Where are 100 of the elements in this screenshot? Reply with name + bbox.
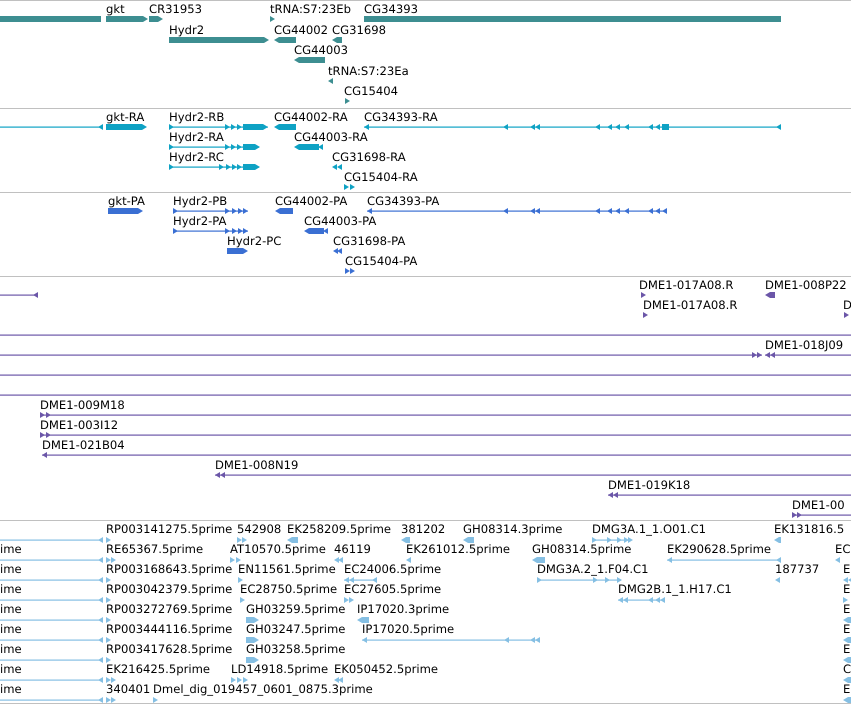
feature-glyph[interactable]	[641, 291, 646, 299]
feature-label: CG44003-RA	[294, 130, 368, 144]
feature-glyph[interactable]	[173, 207, 248, 215]
feature-label: CG44003-PA	[304, 214, 376, 228]
feature-label: D	[843, 298, 851, 312]
feature-label: ime	[0, 602, 22, 616]
feature-label: CG15404-RA	[344, 170, 418, 184]
feature-glyph[interactable]	[332, 163, 342, 171]
feature-glyph[interactable]	[169, 36, 269, 44]
feature-glyph[interactable]	[294, 56, 325, 64]
feature-label: DME1-008N19	[215, 458, 298, 472]
feature-label: GH03259.5prime	[246, 602, 346, 616]
feature-label: E	[843, 562, 850, 576]
feature-label: EK258209.5prime	[287, 522, 392, 536]
feature-glyph[interactable]	[304, 227, 328, 235]
feature-glyph[interactable]	[40, 411, 851, 419]
feature-label: EN11561.5prime	[238, 562, 336, 576]
feature-glyph[interactable]	[173, 227, 248, 235]
feature-label: CG34393	[364, 2, 418, 16]
feature-glyph[interactable]	[169, 143, 260, 151]
feature-glyph[interactable]	[270, 15, 275, 23]
feature-glyph[interactable]	[108, 207, 143, 215]
feature-label: RP003168643.5prime	[106, 562, 232, 576]
feature-label: CG34393-PA	[367, 194, 440, 208]
feature-glyph[interactable]	[0, 351, 762, 359]
feature-label: tRNA:S7:23Ea	[328, 64, 409, 78]
feature-label: Hydr2-RA	[169, 130, 224, 144]
feature-label: tRNA:S7:23Eb	[270, 2, 351, 16]
feature-label: EK290628.5prime	[667, 542, 772, 556]
feature-glyph[interactable]	[149, 15, 163, 23]
feature-glyph[interactable]	[364, 15, 781, 23]
feature-glyph[interactable]	[765, 351, 851, 359]
feature-label: Hydr2	[169, 22, 204, 37]
feature-label: EC27605.5prime	[344, 582, 442, 596]
feature-label: ime	[0, 642, 22, 656]
feature-label: LD14918.5prime	[231, 662, 328, 676]
feature-label: CG31698	[332, 22, 386, 37]
feature-label: gkt-PA	[108, 194, 145, 208]
feature-label: gkt	[106, 2, 125, 16]
feature-label: E	[843, 622, 850, 636]
feature-glyph[interactable]	[215, 471, 851, 479]
feature-label: ime	[0, 682, 22, 696]
feature-label: RP003042379.5prime	[106, 582, 232, 596]
feature-glyph[interactable]	[274, 36, 296, 44]
feature-glyph[interactable]	[42, 451, 851, 459]
feature-label: DME1-017A08.R	[643, 298, 738, 312]
feature-glyph[interactable]	[106, 123, 147, 131]
feature-label: EK050452.5prime	[334, 662, 438, 676]
feature-glyph[interactable]	[106, 15, 148, 23]
feature-label: 187737	[775, 562, 820, 576]
feature-label: IP17020.3prime	[357, 602, 450, 616]
feature-glyph[interactable]	[294, 143, 323, 151]
feature-glyph[interactable]	[792, 511, 851, 519]
feature-label: RP003417628.5prime	[106, 642, 232, 656]
feature-label: ime	[0, 622, 22, 636]
feature-label: ime	[0, 582, 22, 596]
feature-glyph[interactable]	[274, 123, 296, 131]
feature-label: EC24006.5prime	[344, 562, 442, 576]
feature-label: GH08314.5prime	[532, 542, 632, 556]
feature-label: E	[843, 602, 850, 616]
feature-label: CG44002-PA	[275, 194, 348, 208]
feature-glyph[interactable]	[344, 183, 355, 191]
feature-label: EK261012.5prime	[406, 542, 510, 556]
feature-glyph[interactable]	[844, 311, 849, 319]
feature-glyph[interactable]	[275, 207, 293, 215]
feature-label: DME1-00	[792, 498, 845, 512]
feature-glyph[interactable]	[0, 15, 101, 23]
feature-glyph[interactable]	[328, 76, 333, 85]
feature-glyph[interactable]	[0, 291, 38, 299]
feature-label: EC28750.5prime	[240, 582, 338, 596]
feature-glyph[interactable]	[40, 431, 851, 439]
feature-label: ime	[0, 662, 22, 676]
feature-label: RP003444116.5prime	[106, 622, 232, 636]
feature-glyph[interactable]	[227, 247, 248, 255]
feature-glyph[interactable]	[0, 123, 103, 131]
feature-glyph[interactable]	[169, 163, 260, 171]
feature-glyph[interactable]	[608, 491, 851, 499]
feature-label: DMG3A.2_1.F04.C1	[537, 562, 649, 576]
feature-label: 381202	[401, 522, 446, 536]
feature-glyph[interactable]	[367, 207, 667, 215]
feature-label: Hydr2-PB	[173, 194, 228, 208]
feature-glyph[interactable]	[332, 36, 342, 44]
feature-label: CG34393-RA	[364, 110, 438, 124]
feature-label: CR31953	[149, 2, 202, 16]
feature-label: E	[843, 582, 850, 596]
feature-glyph[interactable]	[643, 311, 648, 319]
feature-label: CG44002	[274, 22, 328, 37]
feature-glyph[interactable]	[765, 291, 775, 299]
feature-label: gkt-RA	[106, 110, 144, 124]
feature-label: C	[843, 662, 851, 676]
feature-label: ime	[0, 562, 22, 576]
feature-glyph[interactable]	[345, 97, 350, 106]
feature-label: 46119	[334, 542, 371, 556]
feature-glyph[interactable]	[364, 123, 781, 131]
feature-glyph[interactable]	[333, 247, 342, 255]
feature-glyph[interactable]	[345, 267, 355, 275]
feature-glyph[interactable]	[169, 123, 268, 131]
feature-label: GH08314.3prime	[463, 522, 562, 536]
feature-label: Hydr2-PA	[173, 214, 226, 228]
feature-label: CG44002-RA	[274, 110, 348, 124]
